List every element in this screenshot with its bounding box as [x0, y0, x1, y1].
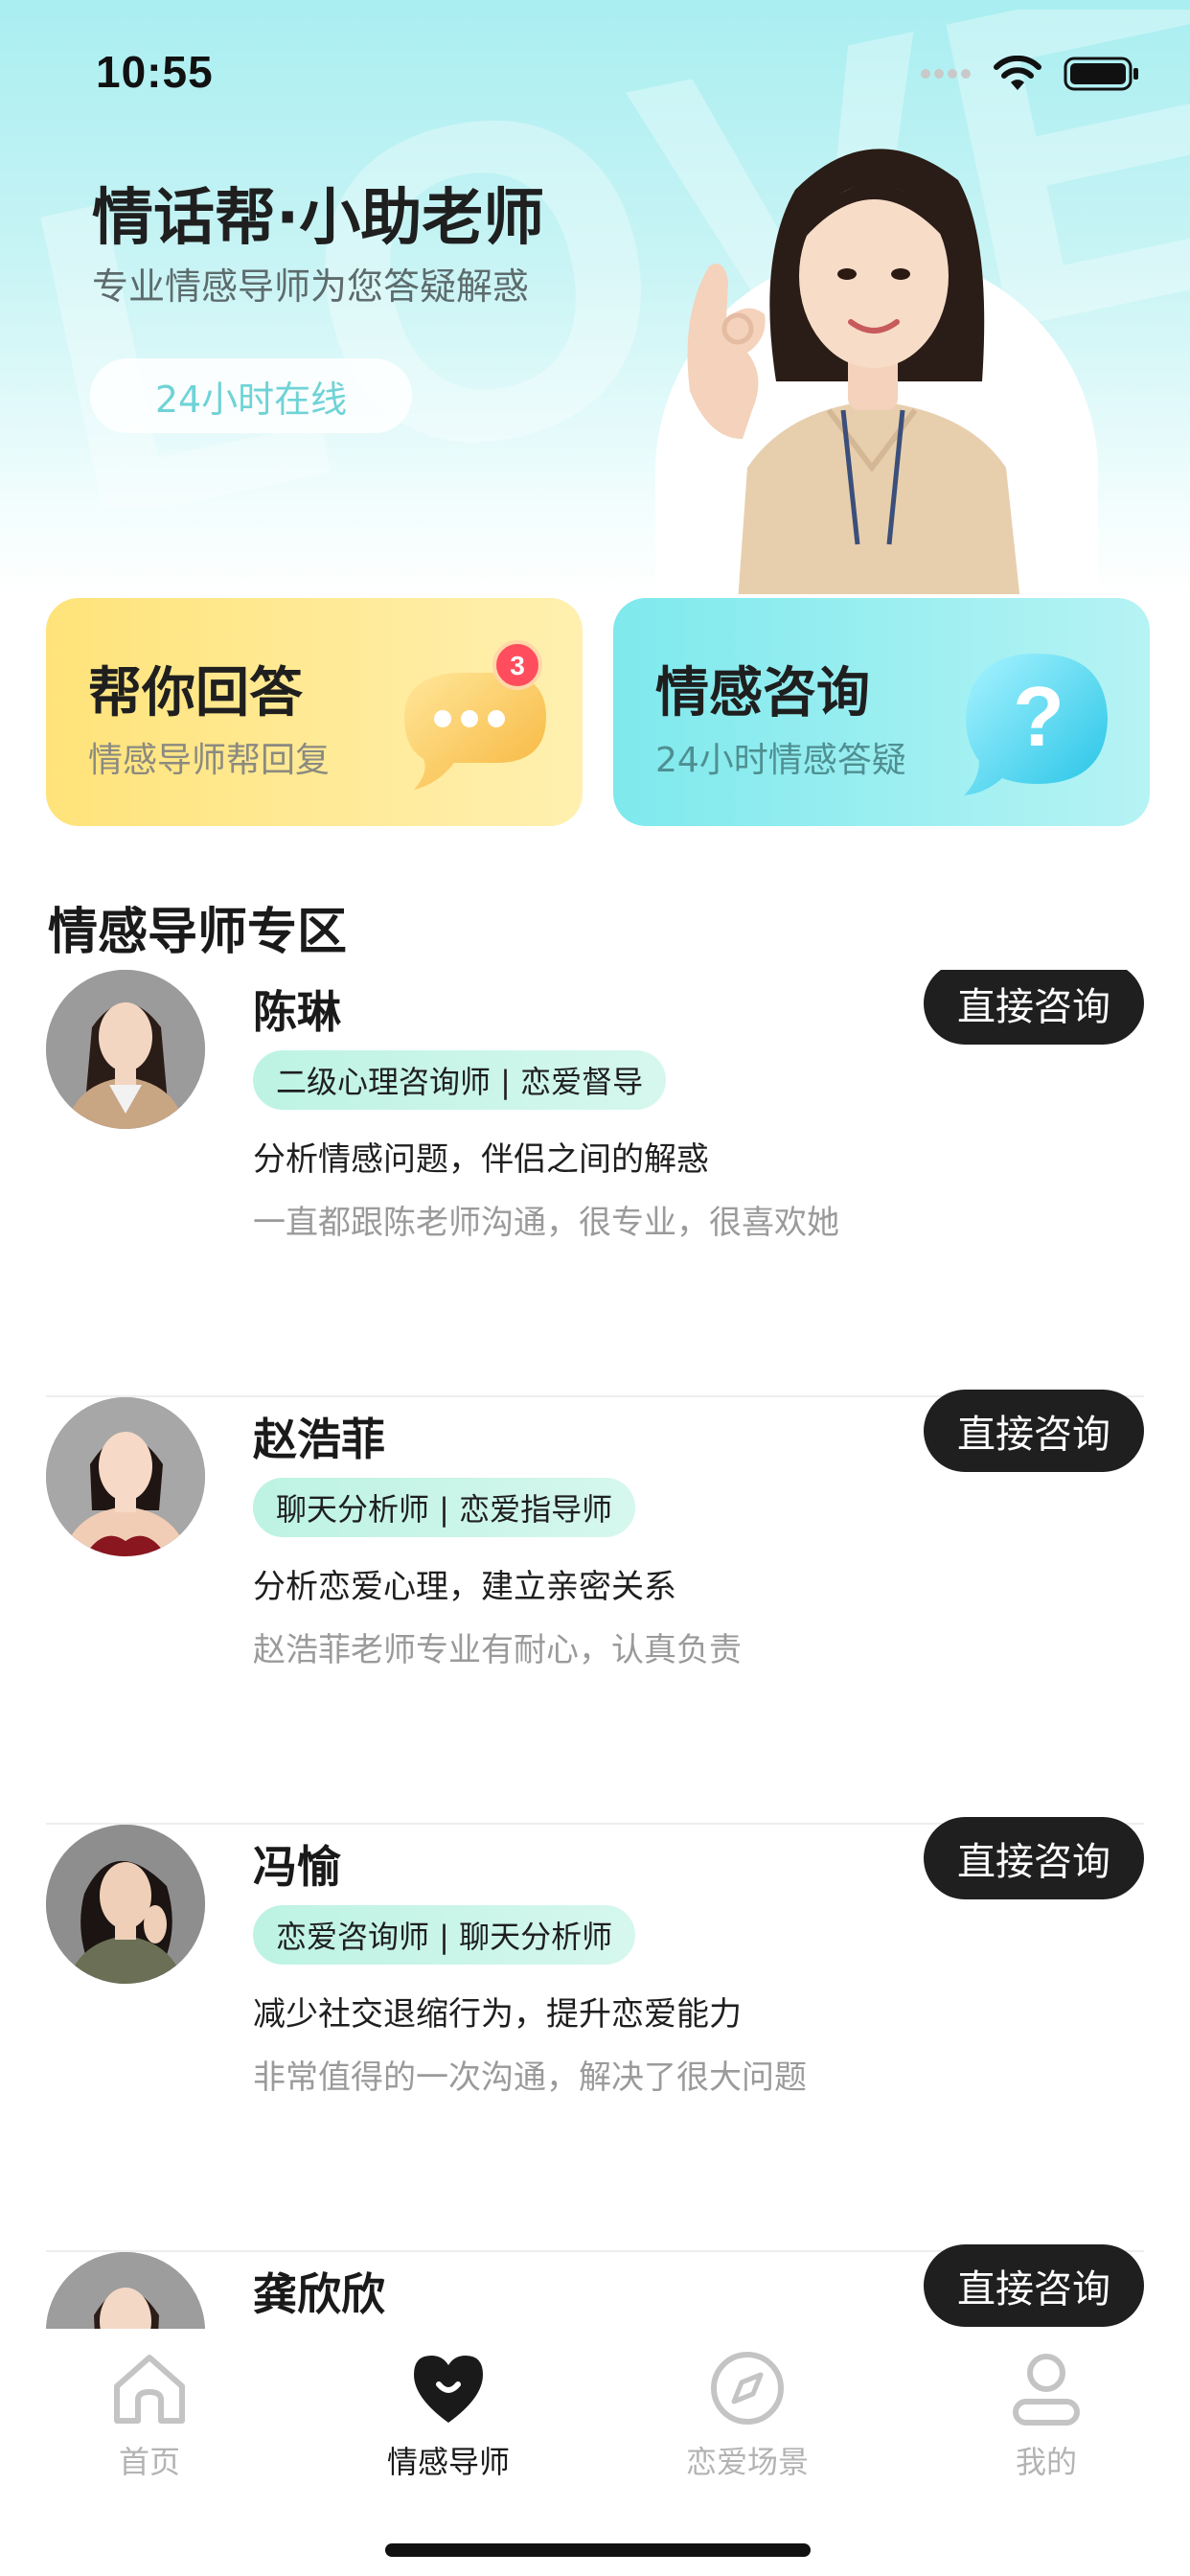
tutor-description: 减少社交退缩行为，提升恋爱能力	[253, 1995, 742, 2034]
help-answer-card[interactable]: 帮你回答 情感导师帮回复 3	[46, 598, 583, 826]
notification-count: 3	[510, 651, 525, 680]
tab-label: 情感导师	[386, 2444, 510, 2480]
consult-button[interactable]: 直接咨询	[924, 970, 1144, 1045]
tutor-list: 陈琳 二级心理咨询师 | 恋爱督导 分析情感问题，伴侣之间的解惑 一直都跟陈老师…	[0, 970, 1190, 2329]
tutor-card[interactable]: 冯愉 恋爱咨询师 | 聊天分析师 减少社交退缩行为，提升恋爱能力 非常值得的一次…	[46, 1817, 1144, 2252]
tab-bar: 首页 情感导师 恋爱场景 我的	[0, 2329, 1190, 2576]
tab-tutors[interactable]: 情感导师	[333, 2348, 563, 2492]
question-bubble-icon: ?	[964, 654, 1108, 795]
tutor-card[interactable]: 龚欣欣 直接咨询	[46, 2244, 1144, 2329]
user-icon	[1013, 2354, 1080, 2426]
signal-icon	[921, 69, 971, 79]
wifi-icon	[994, 56, 1041, 90]
tutor-description: 分析情感问题，伴侣之间的解惑	[253, 1140, 709, 1179]
avatar	[46, 970, 205, 1129]
avatar	[46, 1825, 205, 1984]
hero-banner: LOVE 10:55 情话帮·小助老师 专业情感导师为您答疑解惑 24小时在线	[0, 0, 1190, 594]
card-subtitle: 情感导师帮回复	[88, 741, 331, 780]
tutor-review: 一直都跟陈老师沟通，很专业，很喜欢她	[253, 1204, 839, 1242]
section-title: 情感导师专区	[48, 904, 348, 961]
emotion-consult-card[interactable]: 情感咨询 24小时情感答疑 ?	[613, 598, 1150, 826]
avatar	[46, 2252, 205, 2329]
home-icon	[114, 2355, 185, 2424]
tutor-tag: 恋爱咨询师 | 聊天分析师	[253, 1905, 636, 1965]
tutor-name: 冯愉	[253, 1841, 341, 1893]
tab-label: 恋爱场景	[685, 2444, 809, 2480]
consult-button[interactable]: 直接咨询	[924, 2244, 1144, 2327]
hero-title: 情话帮·小助老师	[92, 183, 545, 254]
tab-label: 首页	[118, 2444, 180, 2480]
tab-mine[interactable]: 我的	[931, 2348, 1161, 2492]
status-icons	[920, 56, 1140, 92]
card-title: 帮你回答	[88, 662, 303, 724]
avatar	[46, 1397, 205, 1556]
compass-icon	[711, 2352, 784, 2425]
consult-button[interactable]: 直接咨询	[924, 1817, 1144, 1899]
assistant-portrait	[687, 149, 1020, 594]
svg-text:?: ?	[1013, 669, 1064, 764]
hero-subtitle: 专业情感导师为您答疑解惑	[92, 265, 530, 308]
home-indicator[interactable]	[385, 2543, 811, 2557]
tutor-name: 赵浩菲	[253, 1414, 385, 1465]
tutor-name: 陈琳	[253, 986, 341, 1038]
tab-label: 我的	[1015, 2444, 1077, 2480]
tutor-review: 非常值得的一次沟通，解决了很大问题	[253, 2058, 807, 2097]
tab-home[interactable]: 首页	[34, 2348, 264, 2492]
status-time: 10:55	[96, 47, 214, 97]
card-title: 情感咨询	[655, 662, 870, 724]
tutor-description: 分析恋爱心理，建立亲密关系	[253, 1568, 676, 1606]
tutor-tag: 二级心理咨询师 | 恋爱督导	[253, 1050, 667, 1110]
battery-icon	[1064, 57, 1138, 91]
heart-smile-icon	[414, 2356, 483, 2423]
tutor-tag: 聊天分析师 | 恋爱指导师	[253, 1478, 636, 1537]
tutor-card[interactable]: 赵浩菲 聊天分析师 | 恋爱指导师 分析恋爱心理，建立亲密关系 赵浩菲老师专业有…	[46, 1390, 1144, 1825]
tutor-review: 赵浩菲老师专业有耐心，认真负责	[253, 1631, 742, 1669]
card-subtitle: 24小时情感答疑	[655, 741, 906, 780]
tab-love-scenes[interactable]: 恋爱场景	[632, 2348, 862, 2492]
tutor-name: 龚欣欣	[253, 2268, 385, 2320]
consult-button[interactable]: 直接咨询	[924, 1390, 1144, 1472]
online-badge: 24小时在线	[90, 358, 412, 433]
chat-bubble-icon: 3	[404, 640, 546, 790]
tutor-card[interactable]: 陈琳 二级心理咨询师 | 恋爱督导 分析情感问题，伴侣之间的解惑 一直都跟陈老师…	[46, 970, 1144, 1397]
